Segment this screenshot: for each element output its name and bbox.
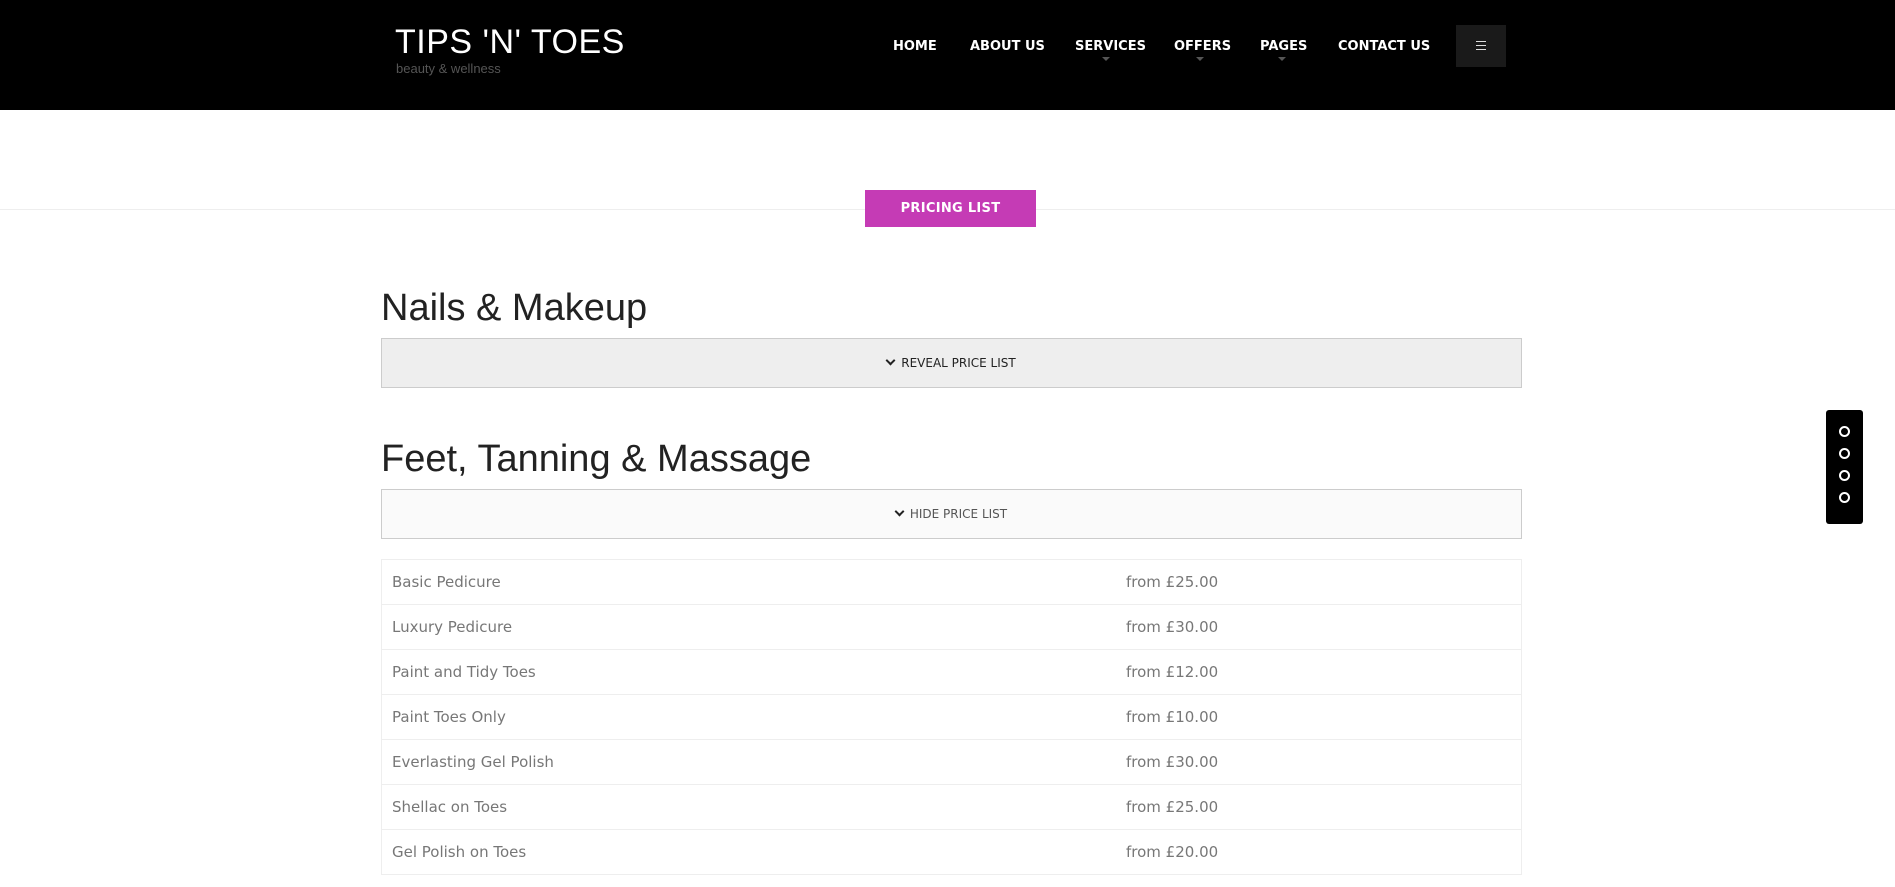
table-row: Paint Toes Only from £10.00 xyxy=(382,695,1521,740)
nav-dot-icon[interactable] xyxy=(1839,470,1850,481)
nav-services[interactable]: SERVICES xyxy=(1075,38,1146,56)
table-row: Basic Pedicure from £25.00 xyxy=(382,560,1521,605)
section-title-nails-makeup: Nails & Makeup xyxy=(381,287,648,329)
nav-contact-us[interactable]: CONTACT US xyxy=(1338,38,1430,56)
logo-subtitle: beauty & wellness xyxy=(396,61,501,76)
hide-price-list-button[interactable]: HIDE PRICE LIST xyxy=(381,489,1522,539)
nav-dot-icon[interactable] xyxy=(1839,492,1850,503)
offers-dropdown-icon xyxy=(1196,57,1204,61)
nav-home[interactable]: HOME xyxy=(893,38,937,56)
reveal-price-list-button[interactable]: REVEAL PRICE LIST xyxy=(381,338,1522,388)
service-name: Basic Pedicure xyxy=(392,573,501,591)
service-name: Paint and Tidy Toes xyxy=(392,663,536,681)
side-dot-nav xyxy=(1826,410,1863,524)
pages-dropdown-icon xyxy=(1278,57,1286,61)
table-row: Gel Polish on Toes from £20.00 xyxy=(382,830,1521,875)
nav-about-us[interactable]: ABOUT US xyxy=(970,38,1045,56)
site-header: TIPS 'N' TOES beauty & wellness HOME ABO… xyxy=(0,0,1895,110)
section-title-feet-tanning-massage: Feet, Tanning & Massage xyxy=(381,438,812,480)
nav-dot-icon[interactable] xyxy=(1839,426,1850,437)
hamburger-icon xyxy=(1476,41,1486,50)
table-row: Paint and Tidy Toes from £12.00 xyxy=(382,650,1521,695)
menu-button[interactable] xyxy=(1456,25,1506,67)
service-price: from £30.00 xyxy=(1126,753,1219,771)
nav-offers[interactable]: OFFERS xyxy=(1174,38,1231,56)
chevron-down-icon xyxy=(894,506,905,517)
nav-pages[interactable]: PAGES xyxy=(1260,38,1307,56)
pricing-list-badge: PRICING LIST xyxy=(865,190,1036,227)
table-row: Everlasting Gel Polish from £30.00 xyxy=(382,740,1521,785)
service-name: Shellac on Toes xyxy=(392,798,508,816)
service-name: Luxury Pedicure xyxy=(392,618,513,636)
service-price: from £30.00 xyxy=(1126,618,1219,636)
service-name: Paint Toes Only xyxy=(392,708,506,726)
logo-title[interactable]: TIPS 'N' TOES xyxy=(395,22,625,62)
service-name: Everlasting Gel Polish xyxy=(392,753,554,771)
services-dropdown-icon xyxy=(1102,57,1110,61)
service-price: from £25.00 xyxy=(1126,573,1219,591)
nav-dot-icon[interactable] xyxy=(1839,448,1850,459)
toggle-label: REVEAL PRICE LIST xyxy=(901,356,1016,370)
service-price: from £12.00 xyxy=(1126,663,1219,681)
table-row: Luxury Pedicure from £30.00 xyxy=(382,605,1521,650)
table-row: Shellac on Toes from £25.00 xyxy=(382,785,1521,830)
service-price: from £20.00 xyxy=(1126,843,1219,861)
price-table: Basic Pedicure from £25.00 Luxury Pedicu… xyxy=(381,559,1522,875)
service-name: Gel Polish on Toes xyxy=(392,843,527,861)
service-price: from £25.00 xyxy=(1126,798,1219,816)
toggle-label: HIDE PRICE LIST xyxy=(909,507,1008,521)
service-price: from £10.00 xyxy=(1126,708,1219,726)
chevron-down-icon xyxy=(885,355,896,366)
